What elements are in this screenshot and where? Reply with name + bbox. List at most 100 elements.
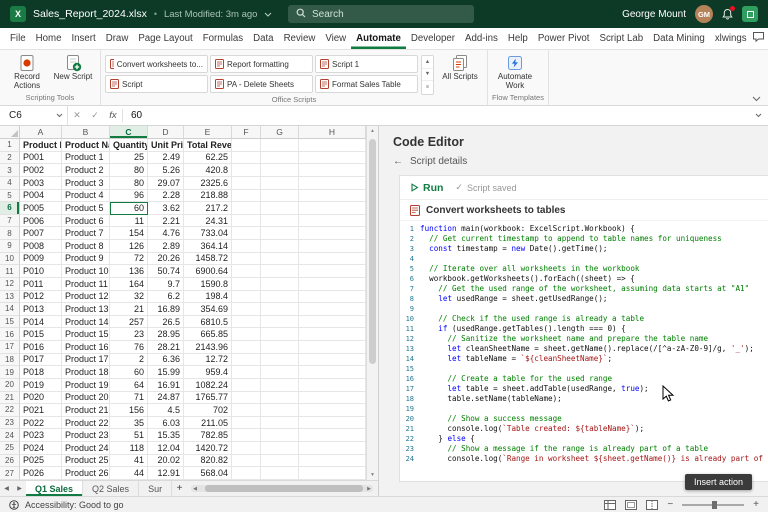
ribbon-tab-draw[interactable]: Draw — [101, 28, 134, 49]
cell-C15[interactable]: 257 — [110, 316, 148, 329]
cell-B3[interactable]: Product 2 — [62, 164, 110, 177]
cell-F11[interactable] — [232, 265, 261, 278]
column-header-B[interactable]: B — [62, 126, 110, 139]
cell-A6[interactable]: P005 — [20, 202, 62, 215]
cell-D11[interactable]: 50.74 — [148, 265, 184, 278]
code-text[interactable]: table.setName(tableName); — [420, 394, 562, 404]
row-header-21[interactable]: 21 — [0, 392, 20, 405]
prev-sheet-icon[interactable]: ◀ — [0, 481, 13, 496]
cell-E3[interactable]: 420.8 — [184, 164, 232, 177]
row-header-19[interactable]: 19 — [0, 366, 20, 379]
cell-A15[interactable]: P014 — [20, 316, 62, 329]
cell-A1[interactable]: Product ID — [20, 139, 62, 152]
cell-A24[interactable]: P023 — [20, 429, 62, 442]
cell-H5[interactable] — [299, 190, 366, 203]
gallery-item[interactable]: Report formatting — [210, 55, 313, 73]
code-text[interactable]: let table = sheet.addTable(usedRange, tr… — [420, 384, 649, 394]
enter-icon[interactable]: ✓ — [86, 106, 104, 125]
collapse-ribbon-icon[interactable] — [752, 96, 761, 102]
cell-G5[interactable] — [261, 190, 299, 203]
cell-G26[interactable] — [261, 455, 299, 468]
record-actions-button[interactable]: Record Actions — [4, 52, 50, 90]
cell-D4[interactable]: 29.07 — [148, 177, 184, 190]
cell-F12[interactable] — [232, 278, 261, 291]
cell-H12[interactable] — [299, 278, 366, 291]
row-header-12[interactable]: 12 — [0, 278, 20, 291]
column-header-F[interactable]: F — [232, 126, 261, 139]
run-button[interactable]: Run — [410, 182, 443, 194]
code-text[interactable]: // Show a message if the range is alread… — [420, 444, 708, 454]
cell-C5[interactable]: 96 — [110, 190, 148, 203]
cell-C7[interactable]: 11 — [110, 215, 148, 228]
cell-E1[interactable]: Total Revenue — [184, 139, 232, 152]
name-box-chevron-icon[interactable] — [52, 106, 68, 125]
gallery-item[interactable]: Format Sales Table — [315, 75, 418, 93]
cell-H6[interactable] — [299, 202, 366, 215]
cell-C25[interactable]: 118 — [110, 442, 148, 455]
cell-D19[interactable]: 15.99 — [148, 366, 184, 379]
row-header-5[interactable]: 5 — [0, 190, 20, 203]
row-header-13[interactable]: 13 — [0, 291, 20, 304]
column-header-D[interactable]: D — [148, 126, 184, 139]
column-header-H[interactable]: H — [299, 126, 366, 139]
cell-E6[interactable]: 217.2 — [184, 202, 232, 215]
cell-B11[interactable]: Product 10 — [62, 265, 110, 278]
column-header-C[interactable]: C — [110, 126, 148, 139]
gallery-item[interactable]: Script 1 — [315, 55, 418, 73]
cell-G25[interactable] — [261, 442, 299, 455]
cell-G18[interactable] — [261, 354, 299, 367]
cell-E20[interactable]: 1082.24 — [184, 379, 232, 392]
code-text[interactable]: // Show a success message — [420, 414, 562, 424]
code-text[interactable]: // Iterate over all worksheets in the wo… — [420, 264, 639, 274]
cancel-icon[interactable]: ✕ — [68, 106, 86, 125]
cell-D9[interactable]: 2.89 — [148, 240, 184, 253]
cell-A16[interactable]: P015 — [20, 328, 62, 341]
cell-F8[interactable] — [232, 227, 261, 240]
cell-B26[interactable]: Product 25 — [62, 455, 110, 468]
cell-H7[interactable] — [299, 215, 366, 228]
cell-B25[interactable]: Product 24 — [62, 442, 110, 455]
cell-B8[interactable]: Product 7 — [62, 227, 110, 240]
cell-E24[interactable]: 782.85 — [184, 429, 232, 442]
cell-A27[interactable]: P026 — [20, 467, 62, 480]
cell-D26[interactable]: 20.02 — [148, 455, 184, 468]
add-sheet-button[interactable]: + — [172, 481, 187, 496]
code-text[interactable]: // Sanitize the worksheet name and prepa… — [420, 334, 708, 344]
cell-C6[interactable]: 60 — [110, 202, 148, 215]
row-header-10[interactable]: 10 — [0, 253, 20, 266]
zoom-out-button[interactable]: − — [667, 499, 673, 510]
cell-F5[interactable] — [232, 190, 261, 203]
cell-B15[interactable]: Product 14 — [62, 316, 110, 329]
cell-C3[interactable]: 80 — [110, 164, 148, 177]
cell-F2[interactable] — [232, 152, 261, 165]
cell-A14[interactable]: P013 — [20, 303, 62, 316]
cell-C20[interactable]: 64 — [110, 379, 148, 392]
cell-H4[interactable] — [299, 177, 366, 190]
cell-H18[interactable] — [299, 354, 366, 367]
sheet-tab-q1-sales[interactable]: Q1 Sales — [26, 481, 83, 496]
zoom-slider[interactable] — [682, 504, 744, 506]
cell-B1[interactable]: Product Name — [62, 139, 110, 152]
cell-D16[interactable]: 28.95 — [148, 328, 184, 341]
new-script-button[interactable]: New Script — [50, 52, 96, 82]
cell-F6[interactable] — [232, 202, 261, 215]
name-box[interactable]: C6 — [0, 106, 52, 125]
row-header-6[interactable]: 6 — [0, 202, 20, 215]
cell-F19[interactable] — [232, 366, 261, 379]
cell-D27[interactable]: 12.91 — [148, 467, 184, 480]
cell-E19[interactable]: 959.4 — [184, 366, 232, 379]
accessibility-status[interactable]: Accessibility: Good to go — [25, 500, 124, 510]
cell-F18[interactable] — [232, 354, 261, 367]
cell-C18[interactable]: 2 — [110, 354, 148, 367]
cell-F27[interactable] — [232, 467, 261, 480]
ribbon-tab-file[interactable]: File — [5, 28, 31, 49]
cell-G13[interactable] — [261, 291, 299, 304]
cell-D8[interactable]: 4.76 — [148, 227, 184, 240]
cell-G12[interactable] — [261, 278, 299, 291]
cell-E15[interactable]: 6810.5 — [184, 316, 232, 329]
cell-H1[interactable] — [299, 139, 366, 152]
code-text[interactable]: // Check if the used range is already a … — [420, 314, 644, 324]
cell-D25[interactable]: 12.04 — [148, 442, 184, 455]
gallery-down-icon[interactable]: ▼ — [422, 69, 433, 82]
cell-G2[interactable] — [261, 152, 299, 165]
